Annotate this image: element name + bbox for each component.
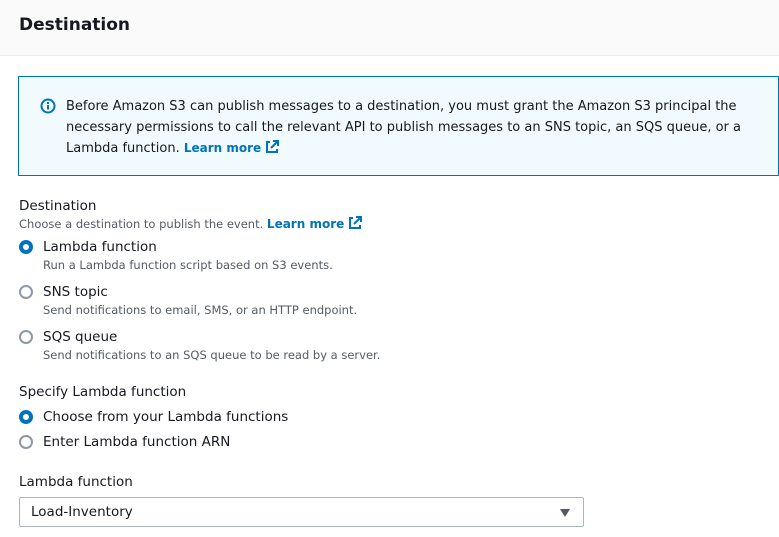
info-message: Before Amazon S3 can publish messages to… bbox=[66, 99, 742, 156]
option-sns-topic-description: Send notifications to email, SMS, or an … bbox=[43, 303, 358, 317]
radio-lambda-function[interactable] bbox=[19, 240, 33, 254]
destination-label: Destination bbox=[19, 198, 97, 214]
option-enter-arn-label[interactable]: Enter Lambda function ARN bbox=[43, 433, 230, 451]
option-lambda-function-description: Run a Lambda function script based on S3… bbox=[43, 258, 333, 272]
info-text-block: Before Amazon S3 can publish messages to… bbox=[66, 96, 756, 161]
info-icon bbox=[40, 98, 56, 114]
option-sqs-queue-description: Send notifications to an SQS queue to be… bbox=[43, 348, 381, 362]
info-alert: Before Amazon S3 can publish messages to… bbox=[18, 76, 779, 176]
lambda-function-select[interactable]: Load-Inventory bbox=[19, 497, 584, 527]
option-sns-topic-label[interactable]: SNS topic bbox=[43, 283, 108, 301]
section-header: Destination bbox=[0, 0, 779, 56]
option-sqs-queue-label[interactable]: SQS queue bbox=[43, 328, 117, 346]
radio-enter-arn[interactable] bbox=[19, 435, 33, 449]
option-lambda-function-label[interactable]: Lambda function bbox=[43, 238, 157, 256]
external-link-icon bbox=[348, 216, 363, 234]
info-learn-more-label: Learn more bbox=[183, 141, 262, 155]
destination-description: Choose a destination to publish the even… bbox=[19, 217, 264, 231]
section-title: Destination bbox=[19, 15, 131, 35]
option-choose-from-functions-label[interactable]: Choose from your Lambda functions bbox=[43, 408, 288, 426]
radio-sqs-queue[interactable] bbox=[19, 330, 33, 344]
destination-description-row: Choose a destination to publish the even… bbox=[19, 216, 363, 234]
lambda-function-label: Lambda function bbox=[19, 474, 133, 490]
radio-sns-topic[interactable] bbox=[19, 285, 33, 299]
destination-learn-more-label: Learn more bbox=[266, 217, 345, 231]
radio-choose-from-functions[interactable] bbox=[19, 410, 33, 424]
lambda-function-selected-value: Load-Inventory bbox=[31, 504, 133, 520]
external-link-icon bbox=[265, 140, 280, 161]
destination-learn-more-link[interactable]: Learn more bbox=[266, 216, 363, 234]
specify-lambda-label: Specify Lambda function bbox=[19, 384, 187, 400]
info-learn-more-link[interactable]: Learn more bbox=[183, 140, 280, 155]
caret-down-icon bbox=[560, 509, 570, 517]
